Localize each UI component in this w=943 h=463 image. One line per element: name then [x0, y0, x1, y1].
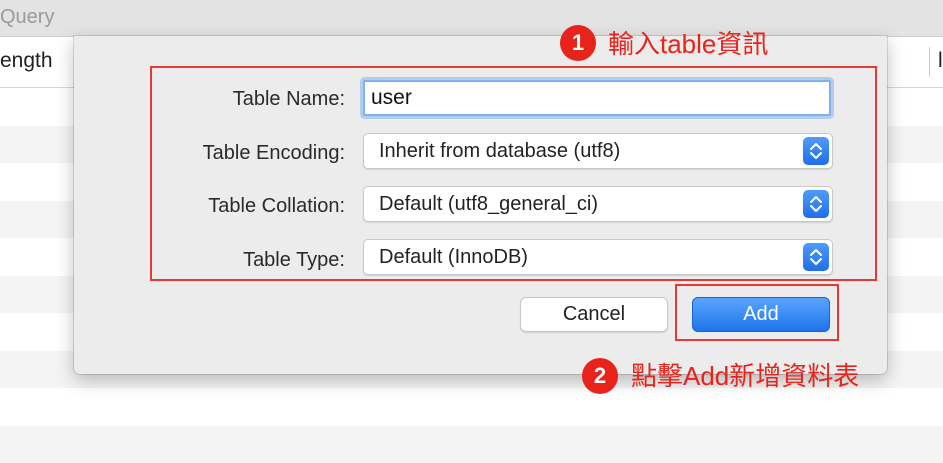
step-1-badge: 1	[560, 25, 596, 61]
table-encoding-label: Table Encoding:	[202, 142, 345, 164]
window-title: Query	[0, 6, 55, 28]
step-2-annotation: 點擊Add新增資料表	[631, 361, 860, 391]
step-1-annotation: 輸入table資訊	[608, 29, 769, 59]
chevron-updown-icon	[803, 190, 829, 218]
table-row	[0, 426, 943, 463]
table-collation-select[interactable]: Default (utf8_general_ci)	[363, 186, 833, 222]
chevron-updown-icon	[803, 243, 829, 271]
add-button[interactable]: Add	[692, 297, 830, 332]
table-name-label: Table Name:	[232, 88, 345, 110]
table-collation-value: Default (utf8_general_ci)	[379, 193, 599, 215]
table-type-label: Table Type:	[243, 249, 345, 271]
window-toolbar: Query	[0, 0, 943, 37]
cancel-button[interactable]: Cancel	[520, 297, 668, 332]
column-header-right[interactable]: l	[938, 49, 943, 73]
column-divider	[929, 47, 930, 77]
step-2-badge: 2	[582, 358, 618, 394]
table-encoding-value: Inherit from database (utf8)	[379, 140, 621, 162]
column-header-length[interactable]: ength	[0, 49, 53, 73]
table-name-input[interactable]	[363, 80, 831, 116]
table-type-select[interactable]: Default (InnoDB)	[363, 239, 833, 275]
table-collation-label: Table Collation:	[208, 195, 345, 217]
chevron-updown-icon	[803, 137, 829, 165]
table-type-value: Default (InnoDB)	[379, 246, 528, 268]
table-encoding-select[interactable]: Inherit from database (utf8)	[363, 133, 833, 169]
